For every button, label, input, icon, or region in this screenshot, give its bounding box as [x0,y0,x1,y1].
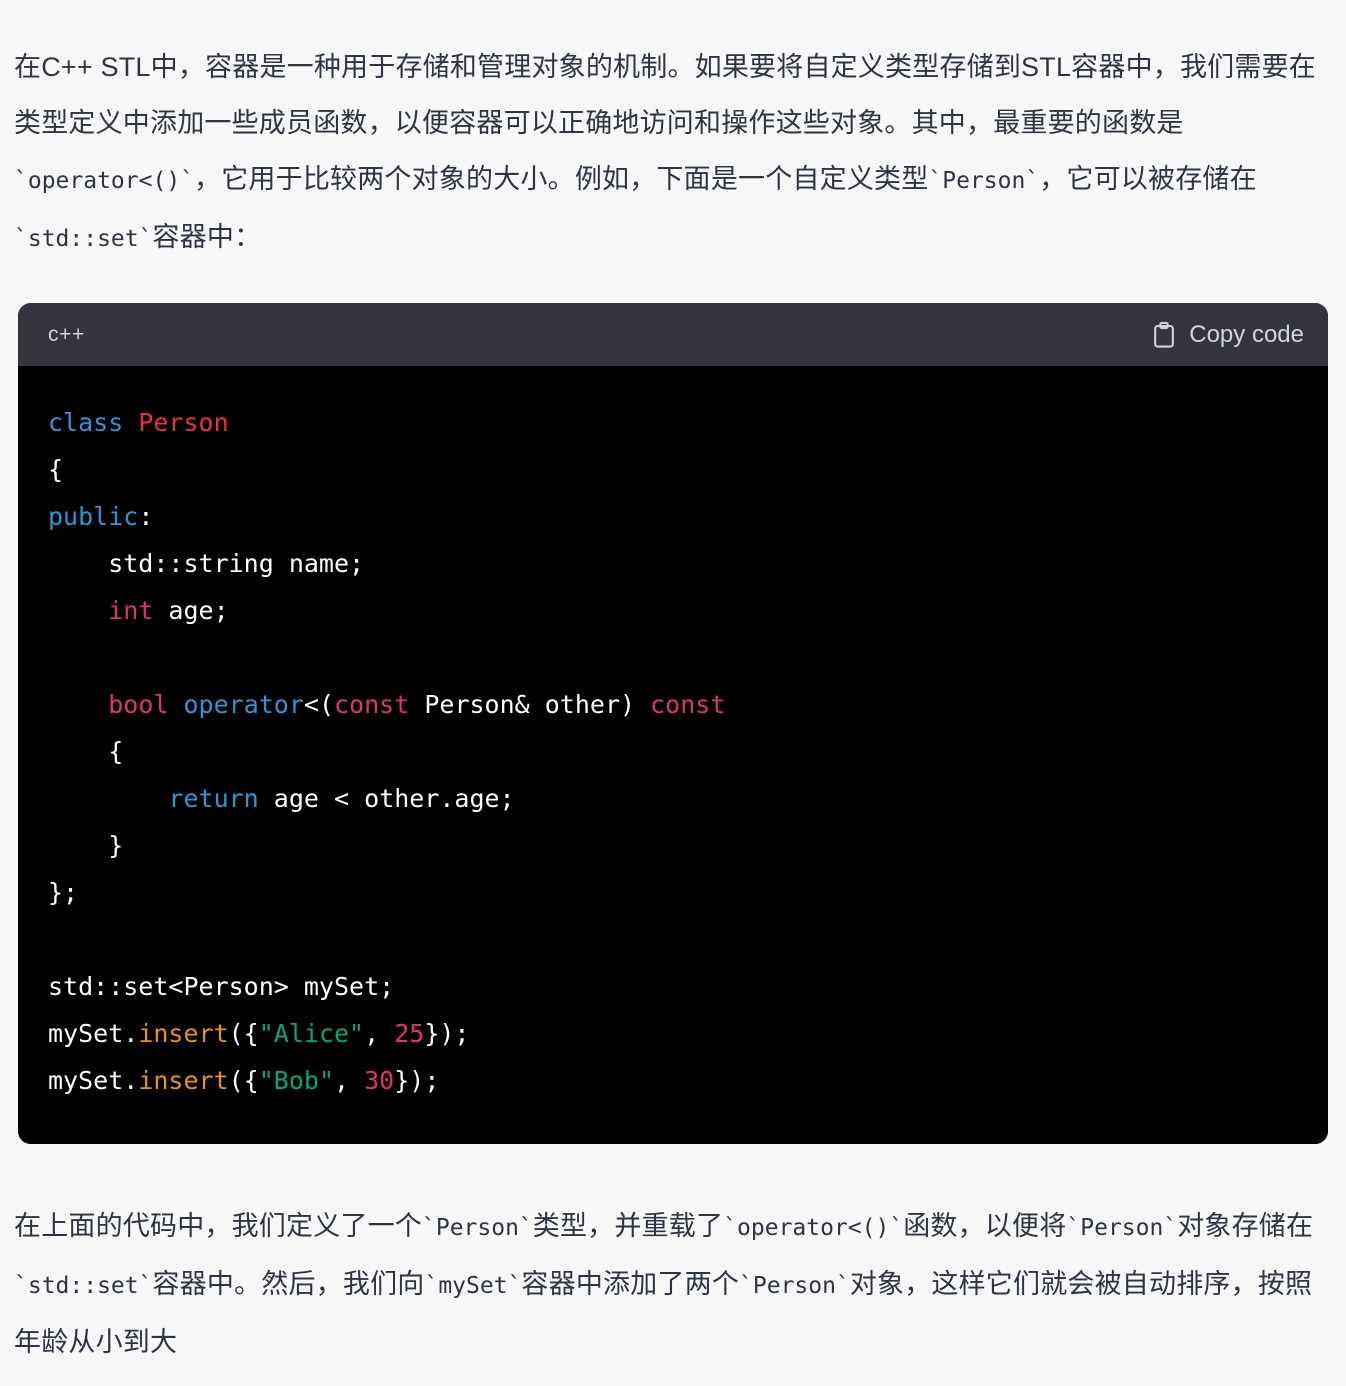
inline-code-myset: `mySet` [424,1273,522,1299]
intro-paragraph: 在C++ STL中，容器是一种用于存储和管理对象的机制。如果要将自定义类型存储到… [14,52,1316,252]
inline-code-operator: `operator<()` [14,168,195,194]
code-language-label: c++ [48,322,85,346]
code-block-header: c++ Copy code [18,303,1328,366]
inline-code-person: `Person` [928,168,1040,194]
copy-code-label: Copy code [1189,320,1304,348]
code-block-body[interactable]: class Person { public: std::string name;… [18,366,1328,1144]
inline-code-stdset-2: `std::set` [14,1273,153,1299]
chat-message-body: 在C++ STL中，容器是一种用于存储和管理对象的机制。如果要将自定义类型存储到… [0,27,1346,1370]
copy-code-button[interactable]: Copy code [1152,321,1304,349]
inline-code-person-3: `Person` [1066,1215,1178,1241]
code-content: class Person { public: std::string name;… [48,408,726,1095]
inline-code-person-4: `Person` [739,1273,850,1299]
clipboard-icon [1152,321,1176,349]
inline-code-operator-2: `operator<()` [723,1215,904,1241]
code-block: c++ Copy code class Person { public: std… [18,303,1328,1144]
inline-code-person-2: `Person` [422,1215,533,1241]
inline-code-stdset: `std::set` [14,226,153,252]
outro-paragraph: 在上面的代码中，我们定义了一个`Person`类型，并重载了`operator<… [14,1211,1314,1357]
